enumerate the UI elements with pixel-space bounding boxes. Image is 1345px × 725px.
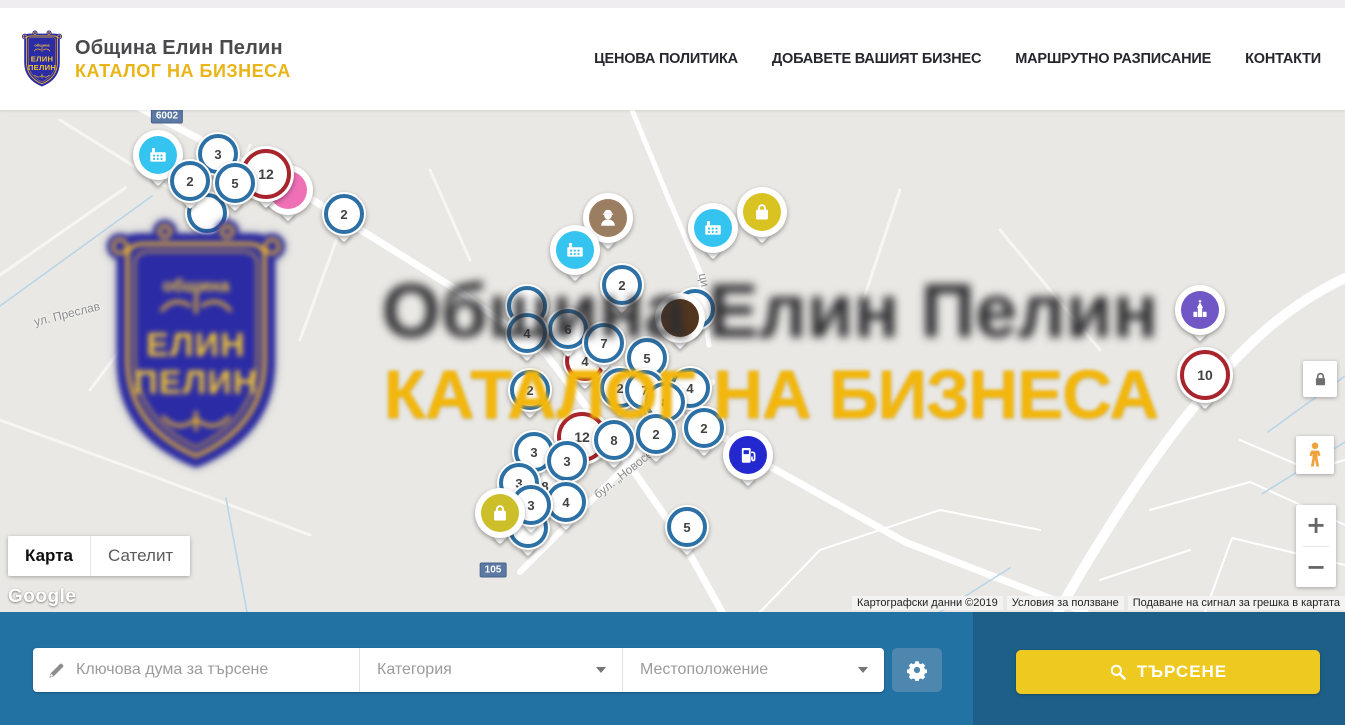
- map-type-map-button[interactable]: Карта: [8, 536, 90, 576]
- church-marker[interactable]: [1175, 285, 1225, 335]
- cluster-count: 4: [523, 326, 530, 341]
- svg-text:ЕЛИН: ЕЛИН: [31, 54, 54, 63]
- cluster-count: 7: [600, 336, 607, 351]
- location-placeholder: Местоположение: [640, 661, 768, 679]
- cluster-count: 4: [686, 381, 693, 396]
- pegman-icon: [1304, 441, 1326, 469]
- nav-add-your-business[interactable]: ДОБАВЕТЕ ВАШИЯТ БИЗНЕС: [772, 51, 981, 67]
- cluster-count: 8: [661, 395, 668, 410]
- chevron-down-icon: [596, 667, 606, 673]
- cluster-count: 3: [530, 445, 537, 460]
- nav-pricing-policy[interactable]: ЦЕНОВА ПОЛИТИКА: [594, 51, 738, 67]
- cluster-count: 2: [652, 427, 659, 442]
- cluster-marker[interactable]: 2: [168, 159, 212, 203]
- map-type-satellite-button[interactable]: Сателит: [90, 536, 190, 576]
- lock-icon: [1312, 371, 1329, 388]
- map-type-control: Карта Сателит: [8, 536, 190, 576]
- terms-of-use-link[interactable]: Условия за ползване: [1007, 596, 1124, 610]
- header: община ЕЛИН ПЕЛИН Община Елин Пелин КАТА…: [0, 8, 1345, 110]
- fuel-marker[interactable]: [723, 430, 773, 480]
- chevron-down-icon: [858, 667, 868, 673]
- cluster-count: 2: [526, 383, 533, 398]
- cluster-count: 5: [683, 520, 690, 535]
- road-badge: 105: [480, 563, 507, 578]
- map-data-copyright: Картографски данни ©2019: [852, 596, 1003, 610]
- category-placeholder: Категория: [377, 661, 452, 679]
- cluster-count: 2: [618, 278, 625, 293]
- map-attribution: Картографски данни ©2019 Условия за полз…: [852, 596, 1345, 610]
- cluster-count: 10: [1197, 367, 1213, 383]
- search-bar: Категория Местоположение ТЪРСЕНЕ: [0, 612, 1345, 725]
- settings-button[interactable]: [892, 648, 942, 692]
- report-map-error-link[interactable]: Подаване на сигнал за грешка в картата: [1128, 596, 1345, 610]
- cluster-count: 6: [564, 322, 571, 337]
- nav-contacts[interactable]: КОНТАКТИ: [1245, 51, 1321, 67]
- zoom-out-button[interactable]: −: [1296, 547, 1336, 588]
- nav-route-schedule[interactable]: МАРШРУТНО РАЗПИСАНИЕ: [1015, 51, 1211, 67]
- bag-marker[interactable]: [737, 187, 787, 237]
- cluster-marker[interactable]: 8: [592, 418, 636, 462]
- cluster-marker[interactable]: 2: [634, 412, 678, 456]
- cluster-marker[interactable]: 4: [505, 311, 549, 355]
- site-subtitle: КАТАЛОГ НА БИЗНЕСА: [75, 61, 291, 82]
- street-label: ци: [696, 272, 713, 288]
- cluster-marker[interactable]: 2: [322, 192, 366, 236]
- keyword-field[interactable]: [33, 648, 359, 692]
- cluster-count: 3: [214, 147, 221, 162]
- search-button[interactable]: ТЪРСЕНЕ: [1016, 650, 1320, 694]
- pegman-button[interactable]: [1296, 436, 1334, 474]
- search-button-label: ТЪРСЕНЕ: [1137, 662, 1227, 682]
- search-fields: Категория Местоположение: [33, 648, 884, 692]
- cluster-count: 3: [527, 498, 534, 513]
- cluster-count: 8: [610, 433, 617, 448]
- zoom-in-button[interactable]: +: [1296, 505, 1336, 546]
- cluster-count: 5: [643, 351, 650, 366]
- bag-marker[interactable]: [475, 488, 525, 538]
- cluster-count: 2: [186, 174, 193, 189]
- site-logo[interactable]: община ЕЛИН ПЕЛИН Община Елин Пелин КАТА…: [18, 29, 291, 90]
- lock-button[interactable]: [1303, 361, 1337, 397]
- svg-text:ПЕЛИН: ПЕЛИН: [28, 62, 56, 71]
- cluster-count: 5: [231, 176, 238, 191]
- category-select[interactable]: Категория: [359, 648, 622, 692]
- factory-marker[interactable]: [688, 203, 738, 253]
- keyword-input[interactable]: [74, 660, 328, 680]
- cluster-marker[interactable]: 2: [508, 368, 552, 412]
- cluster-count: 4: [562, 495, 569, 510]
- cluster-marker[interactable]: 3: [545, 439, 589, 483]
- svg-text:община: община: [34, 42, 50, 47]
- top-strip: [0, 0, 1345, 8]
- cluster-marker[interactable]: 5: [665, 505, 709, 549]
- cluster-count: 2: [340, 207, 347, 222]
- factory-marker[interactable]: [550, 225, 600, 275]
- road-badge: 6002: [151, 110, 183, 124]
- cluster-marker[interactable]: 2: [600, 263, 644, 307]
- site-title: Община Елин Пелин: [75, 37, 291, 60]
- cluster-count: 3: [563, 454, 570, 469]
- google-logo[interactable]: Google: [8, 586, 76, 608]
- municipality-crest-icon: община ЕЛИН ПЕЛИН: [18, 29, 66, 90]
- cluster-marker[interactable]: 7: [582, 321, 626, 365]
- cluster-marker[interactable]: 2: [682, 406, 726, 450]
- cluster-count: 12: [258, 166, 274, 182]
- search-icon: [1109, 663, 1127, 681]
- cluster-count: 2: [700, 421, 707, 436]
- gear-icon: [906, 659, 928, 681]
- pencil-icon: [47, 661, 66, 680]
- zoom-control: + −: [1296, 505, 1336, 587]
- cluster-marker[interactable]: 10: [1177, 347, 1233, 403]
- location-select[interactable]: Местоположение: [622, 648, 884, 692]
- cluster-marker[interactable]: 5: [213, 161, 257, 205]
- main-nav: ЦЕНОВА ПОЛИТИКА ДОБАВЕТЕ ВАШИЯТ БИЗНЕС М…: [594, 51, 1321, 67]
- map-canvas[interactable]: 6002105ул. Преславбул. „Новоселци 325122…: [0, 110, 1345, 612]
